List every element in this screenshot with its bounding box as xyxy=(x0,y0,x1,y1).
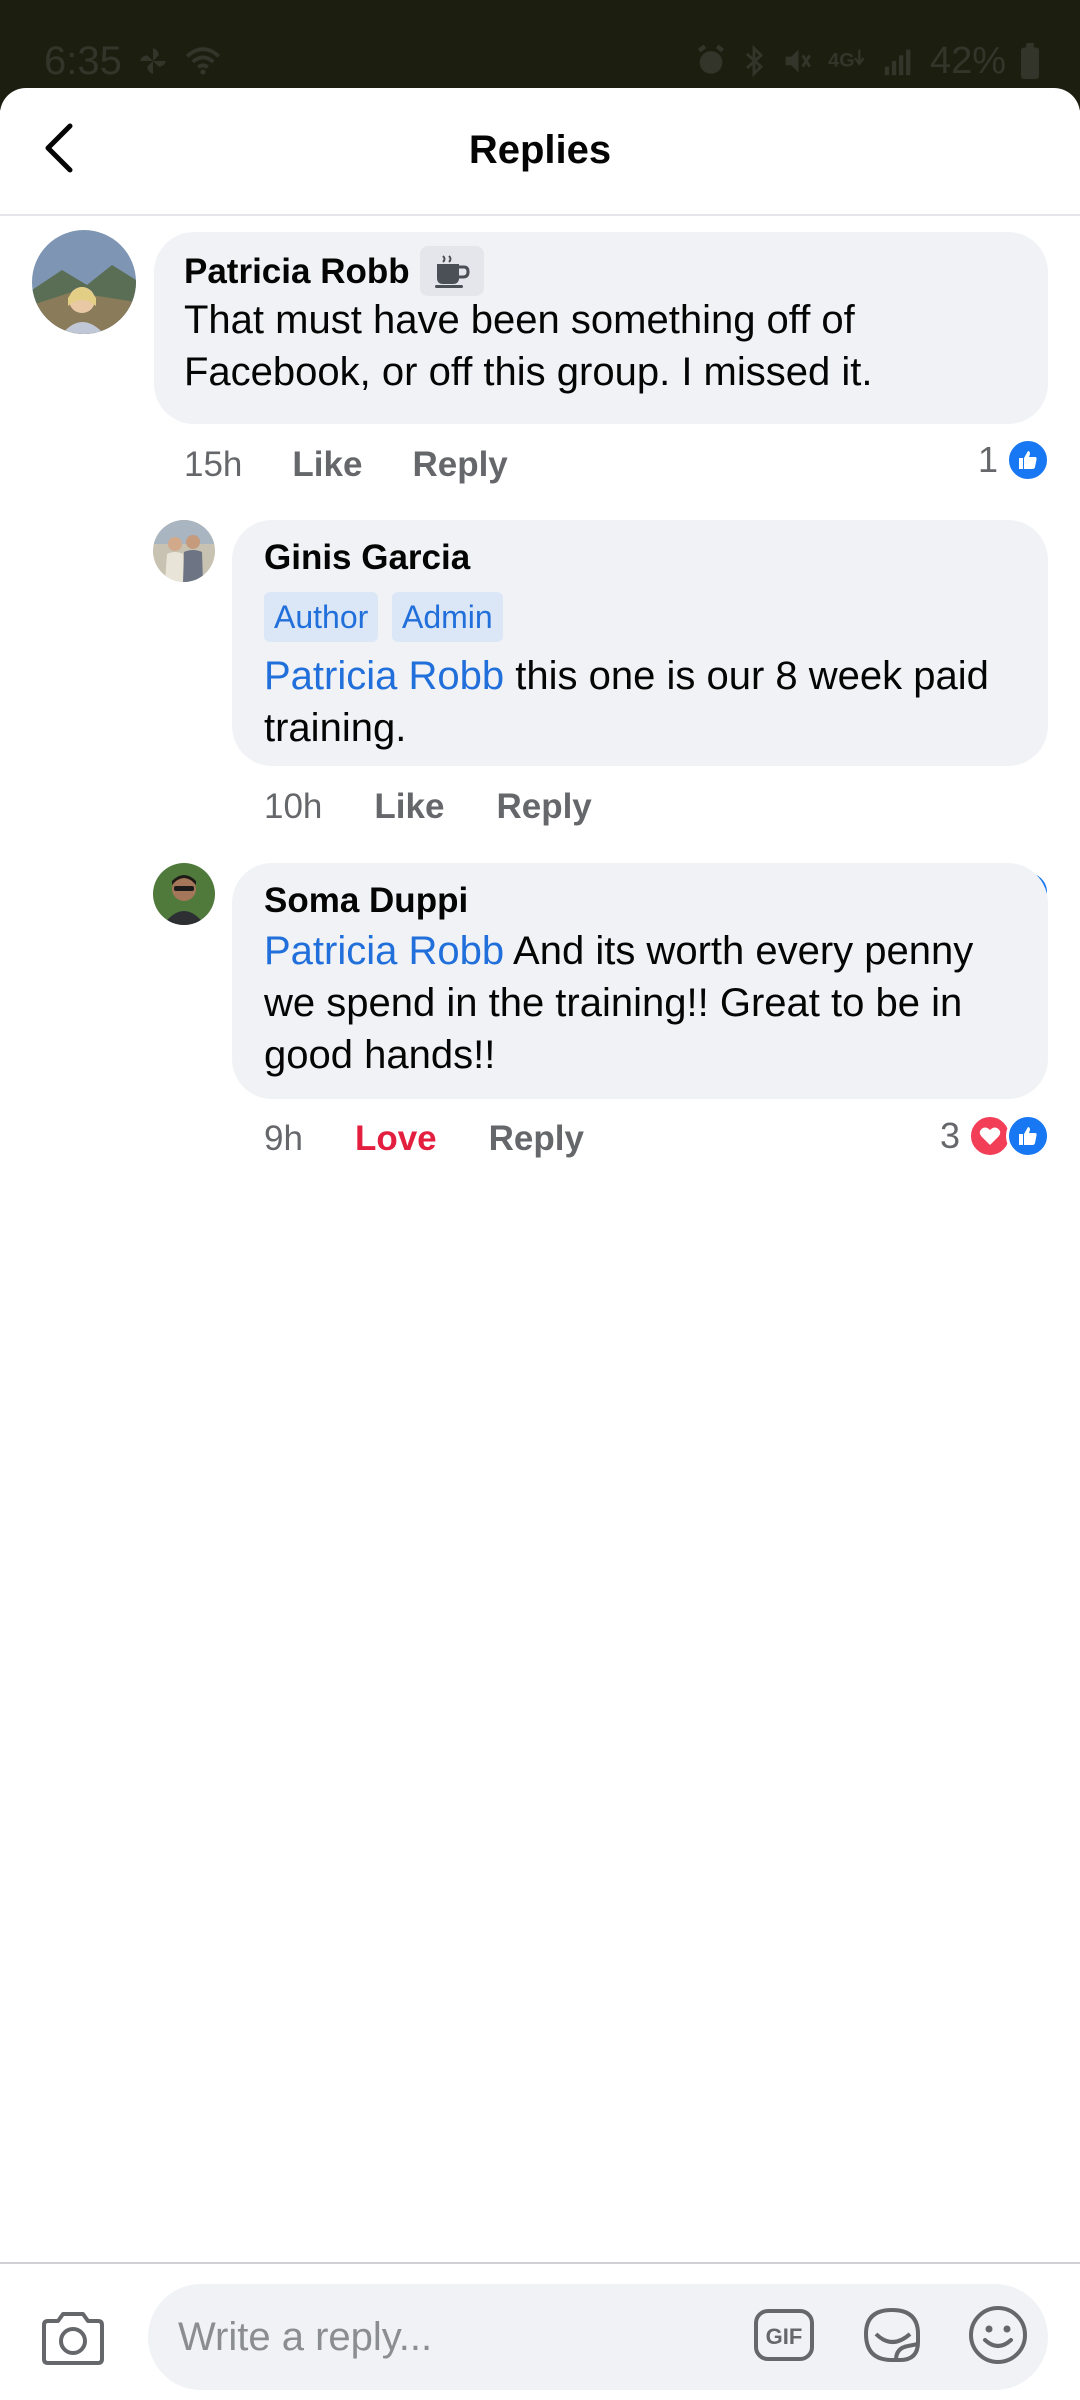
sticker-button[interactable] xyxy=(860,2306,924,2368)
battery-icon xyxy=(1020,43,1040,79)
lte-icon: 4G xyxy=(828,44,868,78)
reaction-summary[interactable]: 1 xyxy=(978,436,1050,484)
status-right: 4G 42% xyxy=(694,36,1040,86)
author-name[interactable]: Soma Duppi xyxy=(264,881,468,921)
signal-icon xyxy=(882,44,916,78)
status-left: 6:35 xyxy=(44,36,222,86)
love-button[interactable]: Love xyxy=(355,1119,437,1159)
emoji-icon xyxy=(967,2304,1029,2371)
avatar[interactable] xyxy=(153,863,215,925)
mention-link[interactable]: Patricia Robb xyxy=(264,654,504,698)
comment-bubble[interactable]: Ginis Garcia Author Admin Patricia Robb … xyxy=(232,520,1048,766)
reply-button[interactable]: Reply xyxy=(496,787,591,827)
admin-badge: Admin xyxy=(392,592,503,642)
comment-bubble[interactable]: Soma Duppi Patricia Robb And its worth e… xyxy=(232,863,1048,1099)
comment-text: That must have been something off of Fac… xyxy=(184,298,873,394)
gif-icon: GIF xyxy=(753,2306,815,2369)
reply-input[interactable] xyxy=(178,2308,738,2366)
comment-meta: 10h Like Reply xyxy=(264,782,592,832)
coffee-cup-icon[interactable] xyxy=(420,246,484,296)
author-name[interactable]: Ginis Garcia xyxy=(264,538,470,578)
alarm-icon xyxy=(694,44,728,78)
like-icon xyxy=(1006,438,1050,482)
comment-text: Patricia Robb this one is our 8 week pai… xyxy=(264,650,1034,754)
like-button[interactable]: Like xyxy=(374,787,444,827)
like-icon xyxy=(1006,1114,1050,1158)
header: Replies xyxy=(0,88,1080,216)
reaction-summary[interactable]: 3 xyxy=(940,1112,1050,1160)
wifi-icon xyxy=(184,44,222,78)
comment-time: 9h xyxy=(264,1119,303,1158)
mention-link[interactable]: Patricia Robb xyxy=(264,929,504,973)
comment-meta: 9h Love Reply xyxy=(264,1114,584,1164)
comment-bubble[interactable]: Patricia Robb That must have been someth… xyxy=(154,232,1048,424)
status-time: 6:35 xyxy=(44,38,122,83)
camera-button[interactable] xyxy=(40,2310,106,2370)
emoji-button[interactable] xyxy=(966,2304,1030,2371)
reply-composer: GIF xyxy=(0,2262,1080,2400)
avatar[interactable] xyxy=(32,230,136,334)
author-badge: Author xyxy=(264,592,379,642)
mute-icon xyxy=(780,44,814,78)
pinwheel-icon xyxy=(136,44,170,78)
author-name[interactable]: Patricia Robb xyxy=(184,252,410,292)
like-button[interactable]: Like xyxy=(292,445,362,485)
reply-button[interactable]: Reply xyxy=(412,445,507,485)
gif-button[interactable]: GIF xyxy=(752,2306,816,2368)
reaction-count: 3 xyxy=(939,1115,960,1156)
sticker-icon xyxy=(860,2304,924,2371)
comment-meta: 15h Like Reply xyxy=(184,440,508,490)
reaction-count: 1 xyxy=(977,439,998,480)
page-title: Replies xyxy=(468,128,612,172)
battery-label: 42% xyxy=(929,39,1006,82)
gif-label: GIF xyxy=(766,2324,803,2349)
comment-text: Patricia Robb And its worth every penny … xyxy=(264,925,1034,1081)
bluetooth-icon xyxy=(742,44,766,78)
reply-button[interactable]: Reply xyxy=(489,1119,584,1159)
camera-icon xyxy=(40,2309,106,2372)
comment-time: 15h xyxy=(184,445,243,484)
comment-time: 10h xyxy=(264,787,323,826)
reply-field[interactable]: GIF xyxy=(148,2284,1048,2390)
svg-text:4G: 4G xyxy=(828,50,854,72)
avatar[interactable] xyxy=(153,520,215,582)
replies-sheet: Replies Patricia Robb That must have bee… xyxy=(0,88,1080,2400)
